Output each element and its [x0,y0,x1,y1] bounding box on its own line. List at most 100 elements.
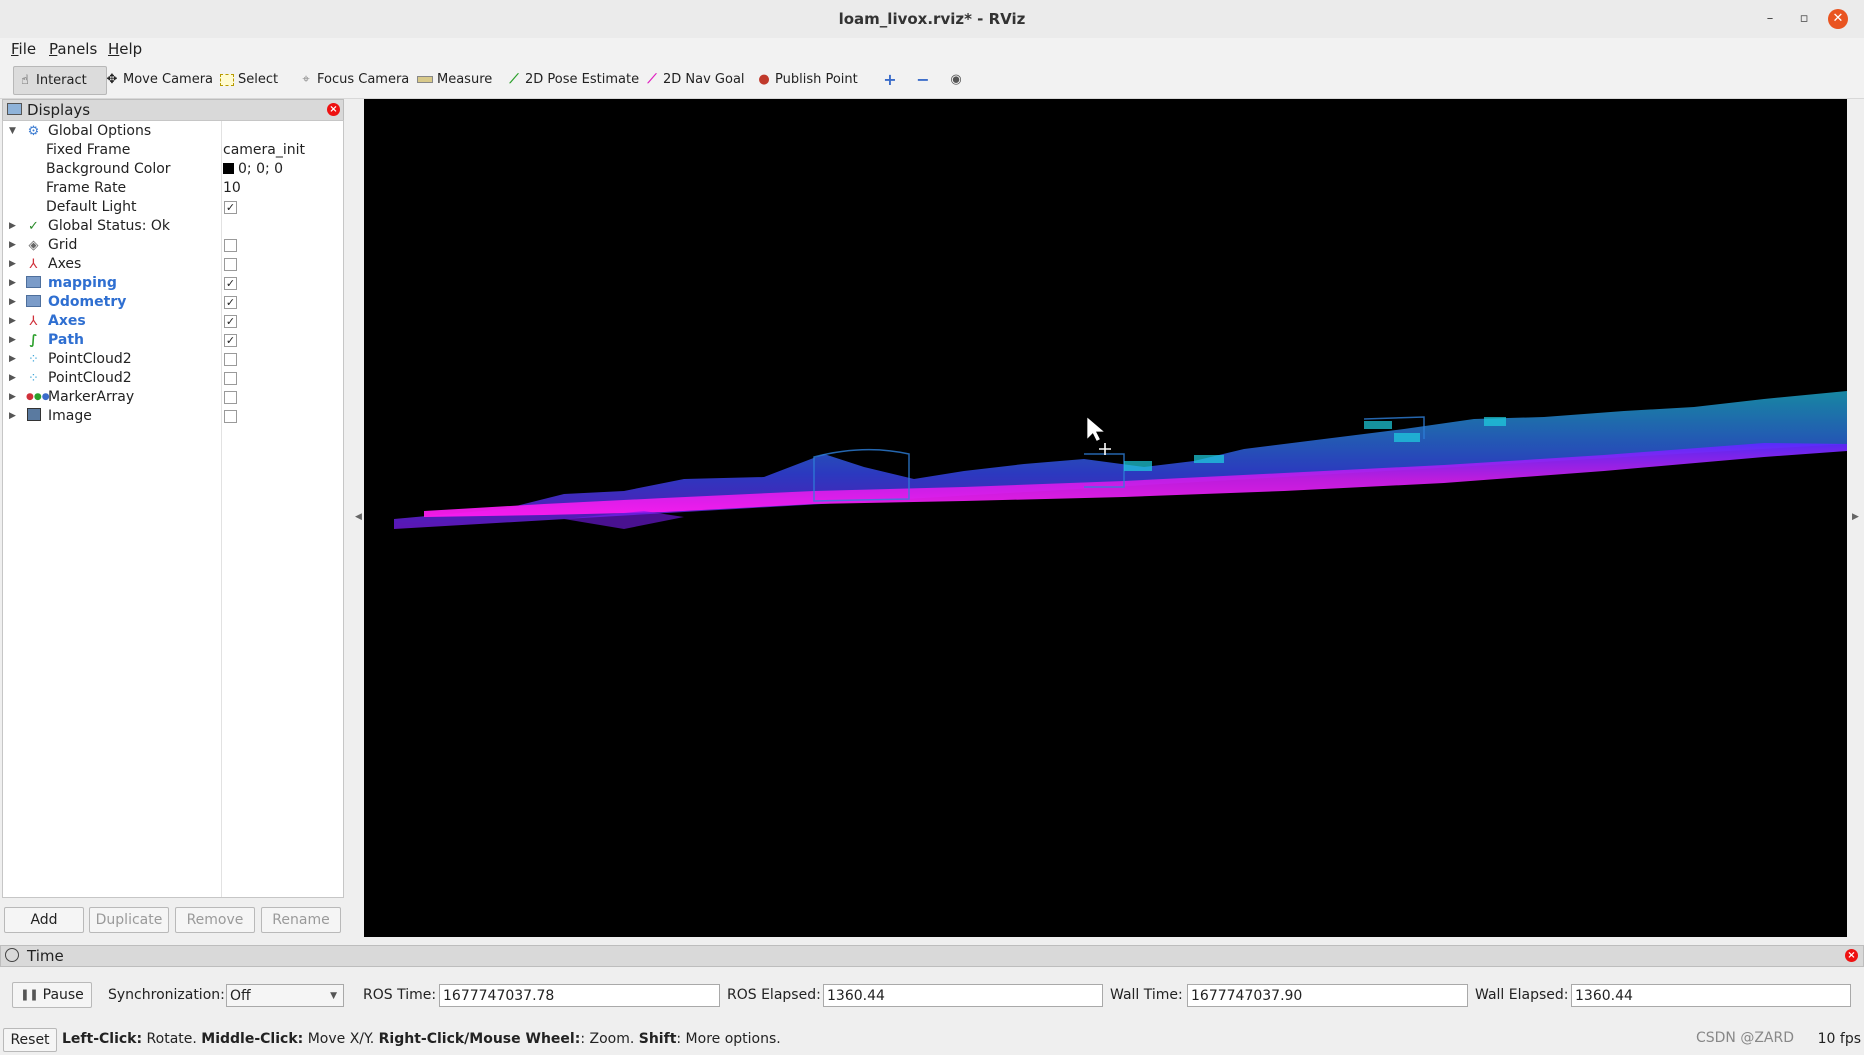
expand-right-icon[interactable]: ▶ [9,407,16,426]
map-pin-icon: ● [758,71,770,87]
remove-tool-button[interactable]: − [912,66,934,93]
tree-row-frame-rate[interactable]: Frame Rate 10 [3,179,343,198]
expand-right-icon[interactable]: ▶ [9,293,16,312]
fps-counter: 10 fps [1817,1031,1861,1047]
measure-tool[interactable]: Measure [413,66,496,93]
axes-icon: ⅄ [29,257,38,272]
menu-file[interactable]: File [11,40,36,58]
expand-right-icon[interactable]: ▶ [9,369,16,388]
green-arrow-icon: ⟋ [509,71,519,87]
wall-elapsed-field[interactable]: 1360.44 [1571,984,1851,1007]
eye-icon: ◉ [950,71,962,87]
default-light-checkbox[interactable]: ✓ [224,201,237,214]
hand-icon: ☝ [21,72,29,88]
displays-header: Displays × [2,99,344,121]
tree-row-axes-2[interactable]: ▶ ⅄ Axes ✓ [3,312,343,331]
maximize-button[interactable]: ▫ [1794,9,1814,29]
image-checkbox[interactable] [224,410,237,423]
tree-row-path[interactable]: ▶ ∫ Path ✓ [3,331,343,350]
tree-row-mapping[interactable]: ▶ mapping ✓ [3,274,343,293]
ros-time-label: ROS Time: [363,987,437,1003]
tree-row-image[interactable]: ▶ Image [3,407,343,426]
tree-row-grid[interactable]: ▶ ◈ Grid [3,236,343,255]
axes-checkbox[interactable] [224,258,237,271]
path-checkbox[interactable]: ✓ [224,334,237,347]
expand-right-icon[interactable]: ▶ [9,350,16,369]
displays-title: Displays [27,101,91,119]
path-icon: ∫ [29,333,38,348]
move-camera-tool[interactable]: ✥ Move Camera [101,66,217,93]
tree-row-global-options[interactable]: ▼ ⚙ Global Options [3,122,343,141]
add-tool-button[interactable]: + [879,66,901,93]
dropdown-arrow-icon: ▼ [330,991,337,1001]
displays-close-icon[interactable]: × [327,103,340,116]
menu-help[interactable]: Help [108,40,142,58]
duplicate-button[interactable]: Duplicate [89,907,169,933]
tree-row-global-status[interactable]: ▶ ✓ Global Status: Ok [3,217,343,236]
axes-icon: ⅄ [29,314,38,329]
interact-tool[interactable]: ☝ Interact [13,66,107,95]
expand-right-icon[interactable]: ▶ [9,255,16,274]
3d-viewport[interactable] [364,99,1847,937]
expand-right-icon[interactable]: ▶ [9,217,16,236]
tree-row-odometry[interactable]: ▶ Odometry ✓ [3,293,343,312]
axes-2-checkbox[interactable]: ✓ [224,315,237,328]
sync-select[interactable]: Off ▼ [226,984,344,1007]
expand-down-icon[interactable]: ▼ [9,122,16,141]
grid-checkbox[interactable] [224,239,237,252]
tree-row-pointcloud2-2[interactable]: ▶ ⁘ PointCloud2 [3,369,343,388]
ros-time-field[interactable]: 1677747037.78 [439,984,720,1007]
time-header: Time × [0,945,1864,967]
add-button[interactable]: Add [4,907,84,933]
menu-bar: File Panels Help [0,38,1864,62]
folder-icon [26,293,41,312]
tree-row-fixed-frame[interactable]: Fixed Frame camera_init [3,141,343,160]
rename-button[interactable]: Rename [261,907,341,933]
time-title: Time [27,947,64,965]
monitor-icon [7,103,22,115]
expand-right-icon[interactable]: ▶ [9,236,16,255]
select-tool[interactable]: Select [216,66,282,93]
pointcloud2-2-checkbox[interactable] [224,372,237,385]
tree-row-markerarray[interactable]: ▶ ●●● MarkerArray [3,388,343,407]
tree-row-default-light[interactable]: Default Light ✓ [3,198,343,217]
close-button[interactable]: ✕ [1828,9,1848,29]
magenta-arrow-icon: ⟋ [647,71,657,87]
expand-right-icon[interactable]: ▶ [9,274,16,293]
image-icon [26,407,41,426]
color-swatch [223,163,234,174]
mapping-checkbox[interactable]: ✓ [224,277,237,290]
pointcloud2-checkbox[interactable] [224,353,237,366]
expand-right-icon[interactable]: ▶ [9,312,16,331]
wall-time-field[interactable]: 1677747037.90 [1187,984,1468,1007]
remove-button[interactable]: Remove [175,907,255,933]
expand-right-icon[interactable]: ▶ [9,388,16,407]
menu-panels[interactable]: Panels [49,40,97,58]
pause-icon: ❚❚ [20,988,39,1001]
collapse-right-icon[interactable]: ▶ [1852,512,1859,522]
clock-icon [5,948,19,962]
ruler-icon [417,76,433,83]
view-tool-button[interactable]: ◉ [945,66,967,93]
check-icon: ✓ [28,219,39,234]
tree-row-axes[interactable]: ▶ ⅄ Axes [3,255,343,274]
time-close-icon[interactable]: × [1845,949,1858,962]
minimize-button[interactable]: – [1760,9,1780,29]
reset-button[interactable]: Reset [3,1028,57,1052]
focus-camera-tool[interactable]: ⌖ Focus Camera [295,66,413,93]
expand-right-icon[interactable]: ▶ [9,331,16,350]
collapse-left-icon[interactable]: ◀ [355,512,362,522]
markerarray-checkbox[interactable] [224,391,237,404]
pause-button[interactable]: ❚❚ Pause [12,982,92,1008]
nav-goal-tool[interactable]: ⟋ 2D Nav Goal [641,66,749,93]
publish-point-tool[interactable]: ● Publish Point [753,66,862,93]
tree-row-background-color[interactable]: Background Color 0; 0; 0 [3,160,343,179]
ros-elapsed-field[interactable]: 1360.44 [823,984,1103,1007]
pose-estimate-tool[interactable]: ⟋ 2D Pose Estimate [503,66,643,93]
pointcloud-icon: ⁘ [28,352,39,367]
odometry-checkbox[interactable]: ✓ [224,296,237,309]
sync-label: Synchronization: [108,987,225,1003]
pointcloud-icon: ⁘ [28,371,39,386]
tree-row-pointcloud2[interactable]: ▶ ⁘ PointCloud2 [3,350,343,369]
gear-icon: ⚙ [27,124,40,139]
